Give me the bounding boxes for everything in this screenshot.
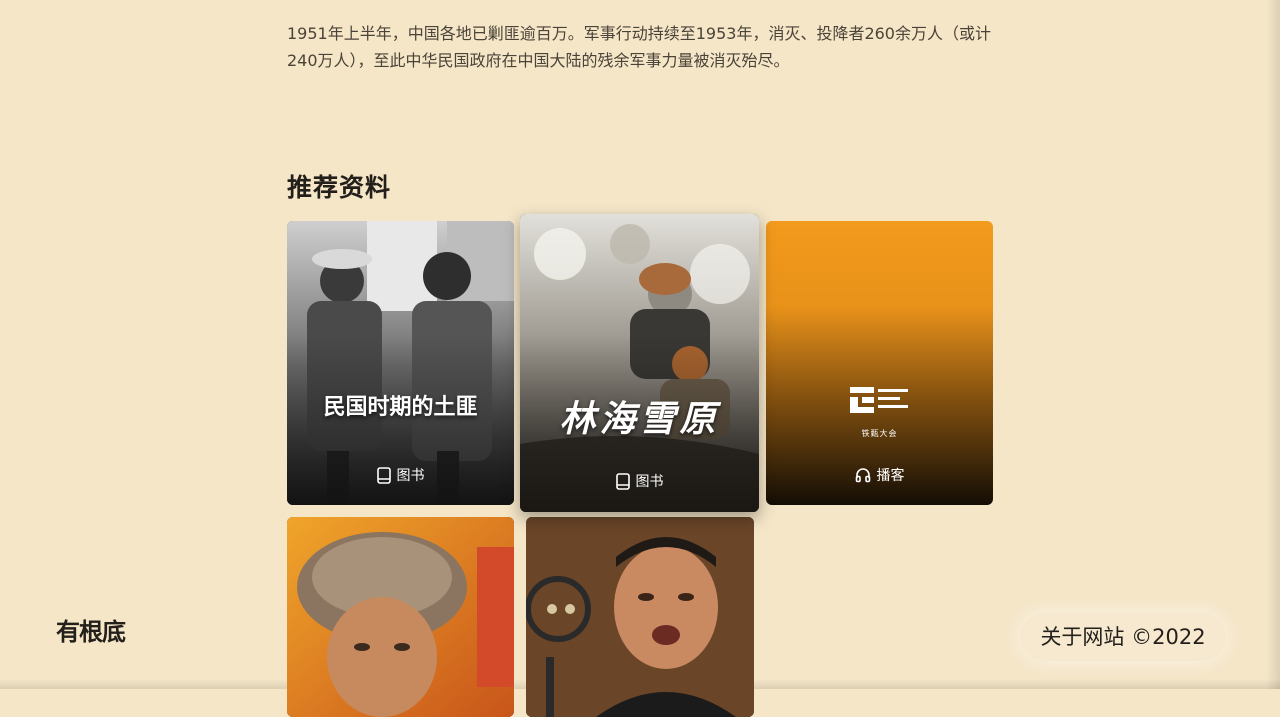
card-title: 林海雪原 [559, 398, 720, 440]
site-logo-text: 有根底 [56, 617, 126, 646]
resource-card-podcast[interactable]: 铁甄大会 播客 [766, 221, 993, 505]
intro-paragraph: 1951年上半年，中国各地已剿匪逾百万。军事行动持续至1953年，消灭、投降者2… [287, 24, 991, 70]
resource-card-tracks-in-snowy-forest-book[interactable]: 林海雪原 图书 [520, 214, 759, 512]
podcast-logo-text: 铁甄大会 [861, 429, 898, 438]
card-title: 民国时期的土匪 [323, 394, 478, 420]
card-shade [520, 214, 759, 512]
book-icon [615, 472, 630, 490]
resource-card-film[interactable] [287, 517, 514, 717]
podcast-logo-mark [849, 387, 908, 413]
about-site-link[interactable]: 关于网站 ©2022 [1020, 613, 1226, 661]
card-type: 图书 [287, 465, 514, 485]
card-type-label: 播客 [876, 468, 905, 484]
card-type: 图书 [520, 471, 759, 491]
podcast-logo: 铁甄大会 [766, 385, 993, 439]
card-type: 播客 [766, 465, 993, 485]
card-cover-photo [526, 517, 754, 717]
site-logo[interactable]: 有根底 [56, 613, 138, 663]
headphones-icon [855, 468, 870, 483]
resource-card-bandits-book[interactable]: 民国时期的土匪 图书 [287, 221, 514, 505]
card-cover-photo [287, 517, 514, 717]
resource-card-storyteller[interactable] [526, 517, 754, 717]
card-type-label: 图书 [635, 474, 664, 490]
book-icon [376, 466, 391, 484]
card-shade [287, 221, 514, 505]
section-title: 推荐资料 [287, 173, 392, 202]
page-edge-shadow [1266, 0, 1280, 689]
card-type-label: 图书 [396, 468, 425, 484]
